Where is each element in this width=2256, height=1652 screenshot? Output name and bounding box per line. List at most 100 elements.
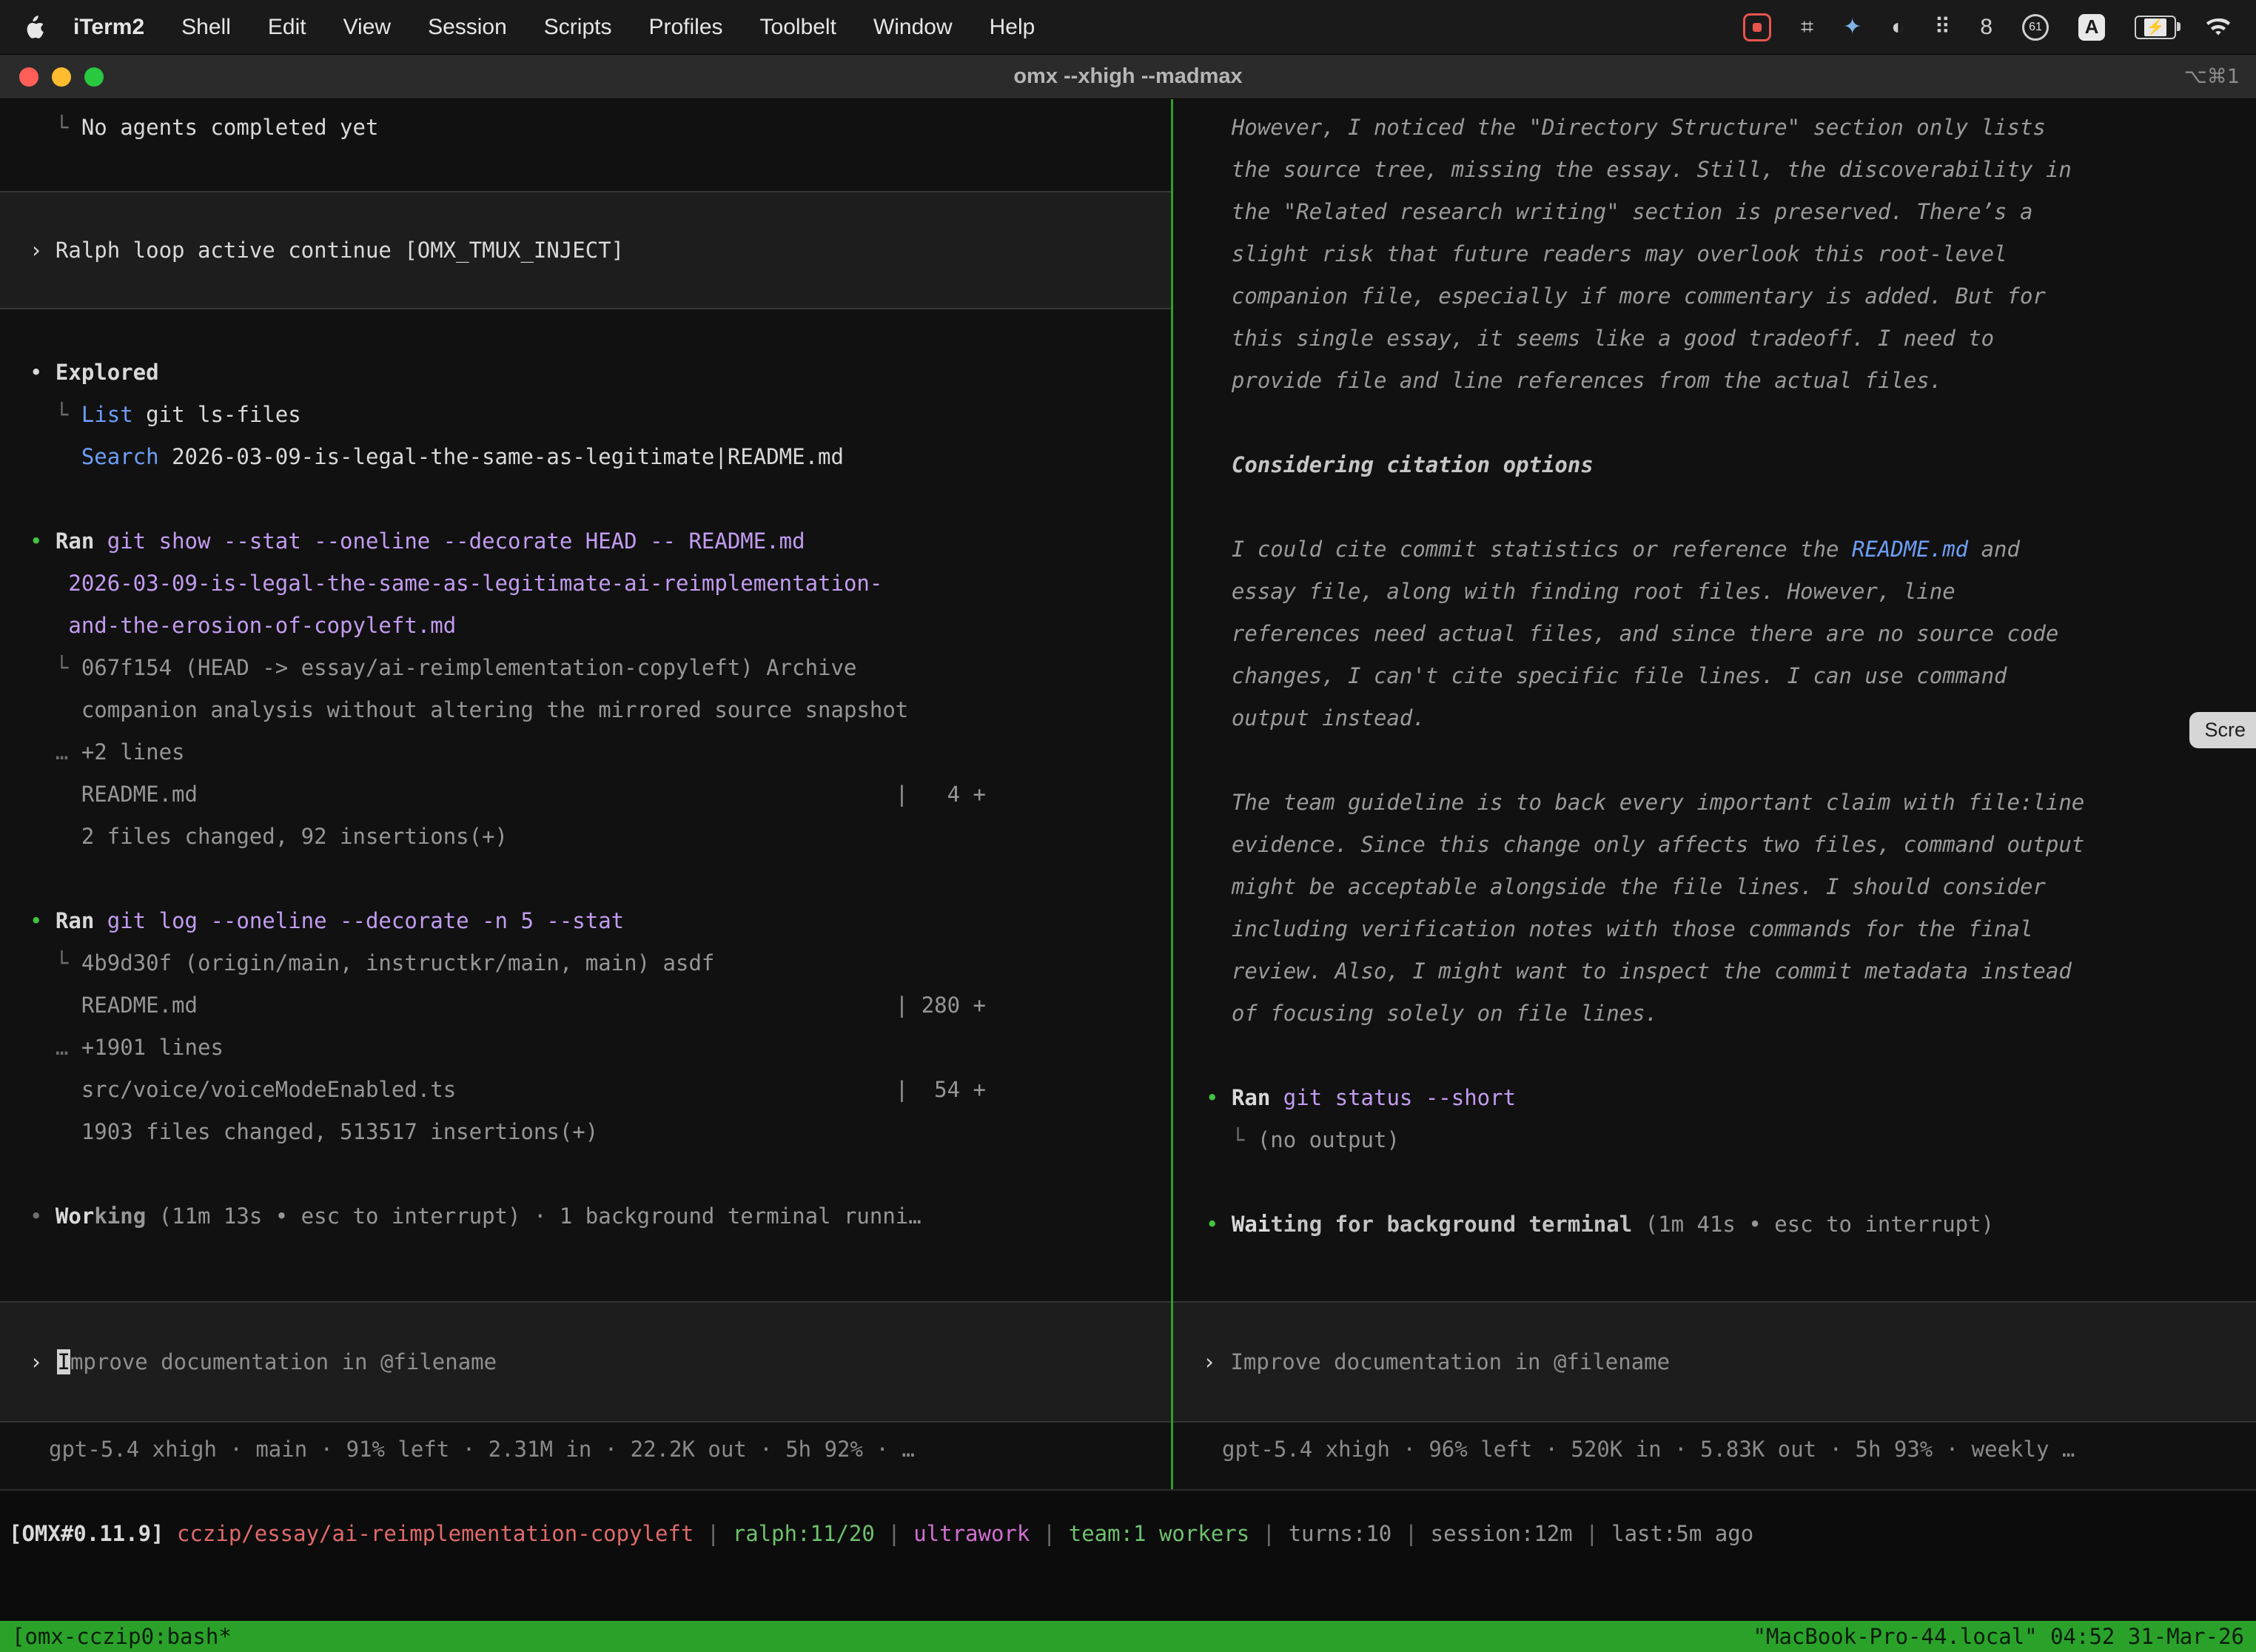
- terminal-line: [1206, 486, 2256, 528]
- terminal-line: of focusing solely on file lines.: [1206, 993, 2256, 1035]
- terminal-line: • Explored: [30, 352, 1171, 394]
- terminal-line: Considering citation options: [1206, 444, 2256, 486]
- gauge-icon[interactable]: 61: [2022, 14, 2049, 41]
- terminal-line: • Ran git show --stat --oneline --decora…: [30, 520, 1171, 563]
- omx-status-segment: |: [1573, 1521, 1611, 1546]
- tmux-session-label[interactable]: [omx-cczip0:bash*: [12, 1624, 232, 1649]
- apple-menu-icon[interactable]: [25, 16, 44, 39]
- window-shortcut-badge: ⌥⌘1: [2184, 65, 2240, 88]
- omx-status-segment: |: [1030, 1521, 1068, 1546]
- menu-item-iterm2[interactable]: iTerm2: [55, 15, 163, 39]
- terminal-line: the source tree, missing the essay. Stil…: [1206, 149, 2256, 191]
- terminal-line: the "Related research writing" section i…: [1206, 191, 2256, 233]
- omx-status-segment: |: [1249, 1521, 1288, 1546]
- zoom-button[interactable]: [84, 67, 104, 87]
- pane-left[interactable]: └ No agents completed yet › Ralph loop ac…: [0, 99, 1171, 1489]
- terminal-line: • Ran git status --short: [1206, 1077, 2256, 1119]
- terminal-line: I could cite commit statistics or refere…: [1206, 528, 2256, 571]
- terminal-line: essay file, along with finding root file…: [1206, 571, 2256, 613]
- tmux-status-bar: [omx-cczip0:bash* "MacBook-Pro-44.local"…: [0, 1621, 2256, 1652]
- terminal-line: slight risk that future readers may over…: [1206, 233, 2256, 275]
- terminal-line: review. Also, I might want to inspect th…: [1206, 950, 2256, 993]
- terminal-line: • Waiting for background terminal (1m 41…: [1206, 1203, 2256, 1246]
- terminal-line: 2 files changed, 92 insertions(+): [30, 816, 1171, 858]
- terminal-line: including verification notes with those …: [1206, 908, 2256, 950]
- omx-status-segment: last:5m ago: [1611, 1521, 1753, 1546]
- screen-recording-indicator[interactable]: [1743, 13, 1771, 41]
- input-source-icon[interactable]: A: [2078, 14, 2105, 41]
- left-input-area[interactable]: › I mprove documentation in @filename: [0, 1301, 1171, 1423]
- terminal-line: [1206, 1035, 2256, 1077]
- terminal-line: [1206, 739, 2256, 782]
- menu-bar: iTerm2ShellEditViewSessionScriptsProfile…: [0, 0, 2256, 55]
- left-scrollback: └ No agents completed yet › Ralph loop ac…: [0, 99, 1171, 1238]
- terminal-line: The team guideline is to back every impo…: [1206, 782, 2256, 824]
- left-status-line: gpt-5.4 xhigh · main · 91% left · 2.31M …: [49, 1428, 1171, 1471]
- terminal-line: this single essay, it seems like a good …: [1206, 318, 2256, 360]
- terminal-line: Search 2026-03-09-is-legal-the-same-as-l…: [30, 436, 1171, 478]
- screen: iTerm2ShellEditViewSessionScriptsProfile…: [0, 0, 2256, 99]
- window-controls: [19, 67, 104, 87]
- omx-status-segment: ralph:11/20: [733, 1521, 875, 1546]
- terminal-line: src/voice/voiceModeEnabled.ts | 54 +: [30, 1069, 1171, 1111]
- terminal-line: [1206, 1161, 2256, 1203]
- menu-item-session[interactable]: Session: [409, 15, 526, 39]
- terminal-line: └ 067f154 (HEAD -> essay/ai-reimplementa…: [30, 647, 1171, 689]
- terminal-line: 1903 files changed, 513517 insertions(+): [30, 1111, 1171, 1153]
- ralph-banner: › Ralph loop active continue [OMX_TMUX_I…: [0, 191, 1171, 309]
- omx-status-bar: [OMX#0.11.9] cczip/essay/ai-reimplementa…: [0, 1491, 2256, 1577]
- omx-status-segment: |: [875, 1521, 913, 1546]
- window-titlebar[interactable]: omx --xhigh --madmax ⌥⌘1: [0, 55, 2256, 99]
- menu-item-edit[interactable]: Edit: [249, 15, 325, 39]
- left-input-text: mprove documentation in @filename: [70, 1349, 497, 1374]
- terminal-line: └ (no output): [1206, 1119, 2256, 1161]
- terminal: └ No agents completed yet › Ralph loop ac…: [0, 99, 2256, 1491]
- menu-item-help[interactable]: Help: [971, 15, 1054, 39]
- prompt-chevron: ›: [30, 1349, 42, 1374]
- dots-grid-icon[interactable]: ⠿: [1934, 14, 1950, 40]
- right-status-line: gpt-5.4 xhigh · 96% left · 520K in · 5.8…: [1222, 1428, 2256, 1471]
- terminal-line: might be acceptable alongside the file l…: [1206, 866, 2256, 908]
- terminal-line: └ No agents completed yet: [30, 107, 1171, 149]
- menu-item-window[interactable]: Window: [855, 15, 971, 39]
- terminal-line: README.md | 4 +: [30, 773, 1171, 816]
- menu-item-shell[interactable]: Shell: [163, 15, 249, 39]
- minimize-button[interactable]: [52, 67, 71, 87]
- omx-status-segment: ultrawork: [913, 1521, 1030, 1546]
- omx-status-segment: team:1 workers: [1069, 1521, 1249, 1546]
- terminal-line: … +2 lines: [30, 731, 1171, 773]
- close-button[interactable]: [19, 67, 38, 87]
- menu-items: iTerm2ShellEditViewSessionScriptsProfile…: [55, 15, 1053, 40]
- grid-icon[interactable]: ⌗: [1801, 15, 1813, 40]
- pane-right[interactable]: However, I noticed the "Directory Struct…: [1171, 99, 2256, 1489]
- terminal-line: [30, 478, 1171, 520]
- menu-item-view[interactable]: View: [325, 15, 409, 39]
- terminal-line: companion file, especially if more comme…: [1206, 275, 2256, 318]
- screen-share-tab[interactable]: Scre: [2189, 712, 2256, 748]
- prompt-chevron: ›: [1203, 1349, 1215, 1374]
- terminal-line: … +1901 lines: [30, 1027, 1171, 1069]
- terminal-line: output instead.: [1206, 697, 2256, 739]
- terminal-line: references need actual files, and since …: [1206, 613, 2256, 655]
- circle-icon[interactable]: ◐: [1891, 15, 1904, 40]
- omx-status-segment: |: [1391, 1521, 1430, 1546]
- omx-status-segment: session:12m: [1431, 1521, 1573, 1546]
- wifi-icon[interactable]: [2206, 18, 2231, 37]
- omx-status-segment: cczip/essay/ai-reimplementation-copyleft: [177, 1521, 694, 1546]
- menu-item-toolbelt[interactable]: Toolbelt: [742, 15, 855, 39]
- menu-item-profiles[interactable]: Profiles: [630, 15, 741, 39]
- terminal-line: └ List git ls-files: [30, 394, 1171, 436]
- terminal-line: provide file and line references from th…: [1206, 360, 2256, 402]
- omx-status-segment: [OMX#0.11.9]: [9, 1521, 177, 1546]
- terminal-line: However, I noticed the "Directory Struct…: [1206, 107, 2256, 149]
- key-icon[interactable]: 8: [1980, 15, 1993, 40]
- terminal-line: evidence. Since this change only affects…: [1206, 824, 2256, 866]
- menubar-status-icons: ⌗ ✦ ◐ ⠿ 8 61 A ⚡: [1743, 13, 2231, 41]
- battery-icon[interactable]: ⚡: [2135, 16, 2176, 39]
- right-input-area[interactable]: › Improve documentation in @filename: [1173, 1301, 2256, 1423]
- spark-icon[interactable]: ✦: [1843, 14, 1861, 40]
- terminal-line: 2026-03-09-is-legal-the-same-as-legitima…: [30, 563, 1171, 605]
- terminal-line: └ 4b9d30f (origin/main, instructkr/main,…: [30, 942, 1171, 984]
- menu-item-scripts[interactable]: Scripts: [526, 15, 631, 39]
- omx-status-segment: turns:10: [1289, 1521, 1392, 1546]
